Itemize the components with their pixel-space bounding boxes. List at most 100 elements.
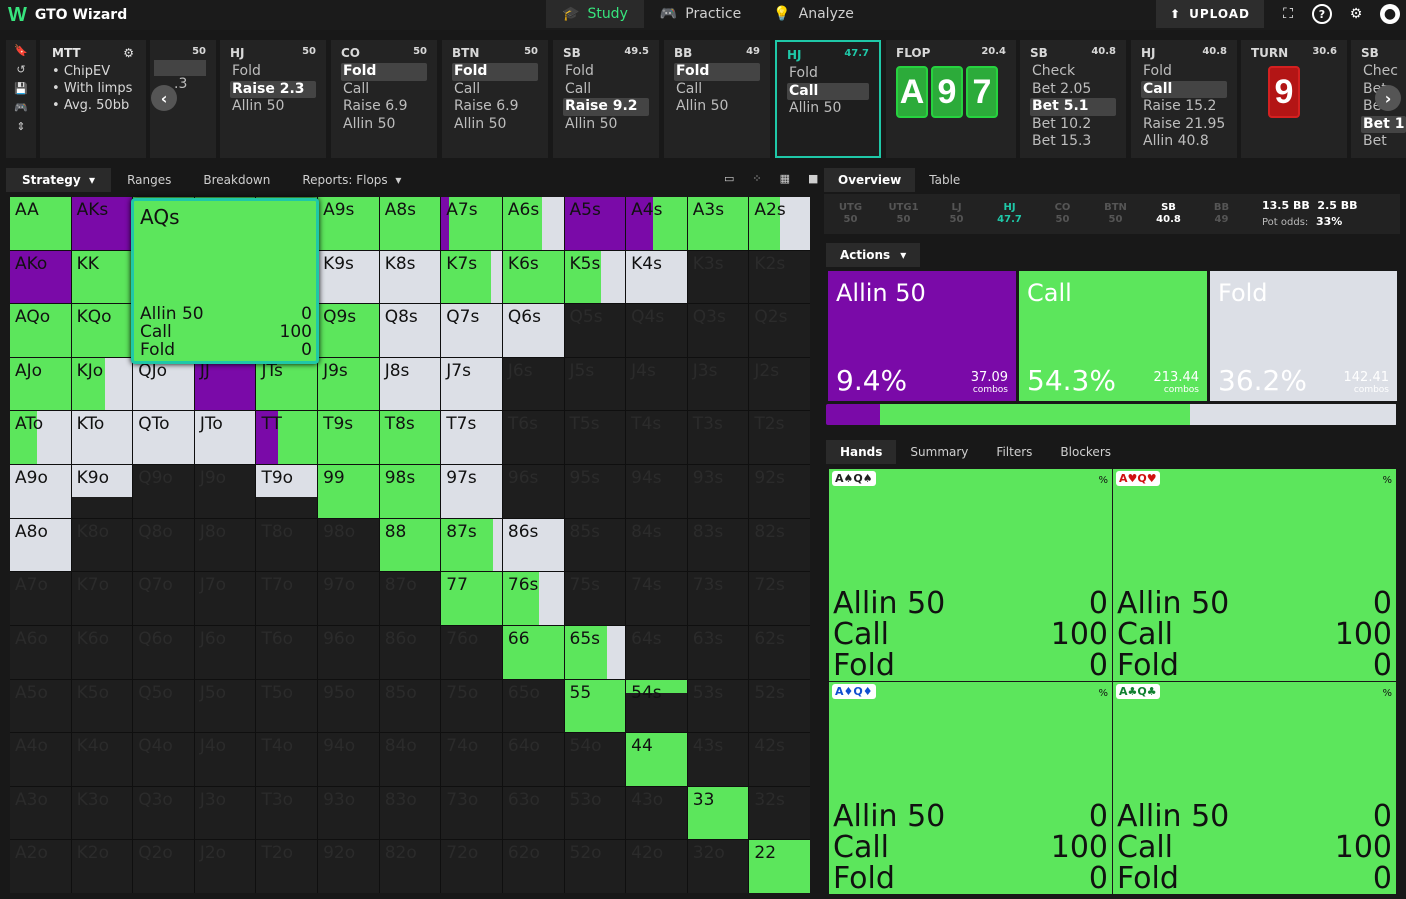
tab-filters[interactable]: Filters [982,440,1046,464]
hand-cell-98s[interactable]: 98s [379,465,441,518]
game-settings-card[interactable]: MTT ⚙ • ChipEV • With limps • Avg. 50bb [40,40,146,158]
hand-cell-32s[interactable]: 32s [749,786,810,840]
hand-cell-73o[interactable]: 73o [441,786,502,840]
hand-cell-J4s[interactable]: J4s [626,357,687,411]
tab-ranges[interactable]: Ranges [111,168,187,192]
hand-cell-K7o[interactable]: K7o [71,572,133,625]
hand-cell-65o[interactable]: 65o [502,679,564,733]
hand-cell-K6o[interactable]: K6o [71,625,133,679]
hand-cell-KJo[interactable]: KJo [71,357,133,411]
hand-cell-Q3s[interactable]: Q3s [687,304,749,357]
hand-cell-T3o[interactable]: T3o [256,786,318,840]
hand-cell-99[interactable]: 99 [318,465,379,518]
hand-cell-88[interactable]: 88 [379,518,441,572]
hand-cell-Q2s[interactable]: Q2s [749,304,810,357]
hand-cell-Q5o[interactable]: Q5o [133,679,194,733]
position-utg[interactable]: UTG 50 [824,202,877,226]
hand-cell-A3s[interactable]: A3s [687,197,749,250]
hand-cell-A9o[interactable]: A9o [10,465,71,518]
hand-cell-K7s[interactable]: K7s [441,250,502,304]
hand-cell-95s[interactable]: 95s [564,465,626,518]
hand-cell-96o[interactable]: 96o [318,625,379,679]
action-item[interactable]: Fold [230,63,316,81]
hand-cell-K9s[interactable]: K9s [318,250,379,304]
hand-cell-54o[interactable]: 54o [564,733,626,786]
hand-cell-64s[interactable]: 64s [626,625,687,679]
action-item[interactable]: Fold [341,63,427,81]
action-item[interactable]: Fold [674,63,760,81]
hand-cell-Q5s[interactable]: Q5s [564,304,626,357]
hand-cell-T5s[interactable]: T5s [564,411,626,465]
reset-icon[interactable]: ↺ [16,63,25,76]
hand-cell-KTo[interactable]: KTo [71,411,133,465]
hand-cell-AKo[interactable]: AKo [10,250,71,304]
hand-cell-54s[interactable]: 54s [626,679,687,733]
position-co[interactable]: CO 50 [1036,202,1089,226]
hand-cell-83s[interactable]: 83s [687,518,749,572]
hand-cell-K3s[interactable]: K3s [687,250,749,304]
action-item[interactable]: Bet 2.05 [1030,81,1116,99]
hand-cell-T7s[interactable]: T7s [441,411,502,465]
action-card-hj[interactable]: HJ 47.7 Fold Call Allin 50 [775,40,881,158]
gamepad-icon[interactable]: 🎮 [14,101,28,114]
hand-cell-J2o[interactable]: J2o [194,840,256,893]
hand-cell-K5o[interactable]: K5o [71,679,133,733]
hand-cell-73s[interactable]: 73s [687,572,749,625]
hand-cell-K8s[interactable]: K8s [379,250,441,304]
hand-cell-T2s[interactable]: T2s [749,411,810,465]
tab-summary[interactable]: Summary [896,440,982,464]
hand-cell-T4o[interactable]: T4o [256,733,318,786]
hand-cell-J7o[interactable]: J7o [194,572,256,625]
hand-cell-85o[interactable]: 85o [379,679,441,733]
hand-cell-82o[interactable]: 82o [379,840,441,893]
hand-cell-T6s[interactable]: T6s [502,411,564,465]
action-card-btn[interactable]: BTN 50 Fold Call Raise 6.9 Allin 50 [442,40,548,158]
hand-cell-Q4o[interactable]: Q4o [133,733,194,786]
strip-right-arrow[interactable]: › [1375,85,1401,111]
action-card-hj[interactable]: HJ 40.8 Fold Call Raise 15.2 Raise 21.95 Allin… [1131,40,1237,158]
hand-cell-J3s[interactable]: J3s [687,357,749,411]
position-bb[interactable]: BB 49 [1195,202,1248,226]
hand-cell-Q4s[interactable]: Q4s [626,304,687,357]
hand-cell-72s[interactable]: 72s [749,572,810,625]
hand-cell-82s[interactable]: 82s [749,518,810,572]
hand-cell-53o[interactable]: 53o [564,786,626,840]
action-item[interactable]: Allin 50 [452,116,538,134]
upload-button[interactable]: ⬆ UPLOAD [1156,0,1264,28]
hand-cell-83o[interactable]: 83o [379,786,441,840]
hand-cell-Q7s[interactable]: Q7s [441,304,502,357]
hand-cell-J2s[interactable]: J2s [749,357,810,411]
action-item[interactable]: Check [1030,63,1116,81]
hand-cell-52s[interactable]: 52s [749,679,810,733]
hand-cell-Q9o[interactable]: Q9o [133,465,194,518]
position-sb[interactable]: SB 40.8 [1142,202,1195,226]
hand-cell-65s[interactable]: 65s [564,625,626,679]
hand-cell-93o[interactable]: 93o [318,786,379,840]
hand-cell-J7s[interactable]: J7s [441,357,502,411]
actions-dropdown[interactable]: Actions ▾ [826,243,921,267]
hand-cell-76s[interactable]: 76s [502,572,564,625]
hand-cell-42o[interactable]: 42o [626,840,687,893]
action-item[interactable]: Allin 50 [787,100,869,118]
tab-overview[interactable]: Overview [824,168,916,192]
hand-cell-A9s[interactable]: A9s [318,197,379,250]
split-view-icon[interactable]: ⁘ [752,172,761,185]
action-item[interactable]: Allin 50 [563,116,649,134]
hand-cell-T4s[interactable]: T4s [626,411,687,465]
hand-cell-J8o[interactable]: J8o [194,518,256,572]
action-item[interactable]: Allin 50 [230,98,316,116]
hand-cell-T7o[interactable]: T7o [256,572,318,625]
hand-cell-62s[interactable]: 62s [749,625,810,679]
hand-cell-JJ[interactable]: JJ [194,357,256,411]
action-item[interactable]: Fold [452,63,538,81]
hand-cell-J4o[interactable]: J4o [194,733,256,786]
position-lj[interactable]: LJ 50 [930,202,983,226]
hand-cell-Q8s[interactable]: Q8s [379,304,441,357]
hand-cell-42s[interactable]: 42s [749,733,810,786]
hand-cell-A7s[interactable]: A7s [441,197,502,250]
hand-cell-72o[interactable]: 72o [441,840,502,893]
hand-cell-QTo[interactable]: QTo [133,411,194,465]
hand-cell-T3s[interactable]: T3s [687,411,749,465]
nav-analyze[interactable]: 💡 Analyze [757,0,870,28]
hand-cell-A8s[interactable]: A8s [379,197,441,250]
